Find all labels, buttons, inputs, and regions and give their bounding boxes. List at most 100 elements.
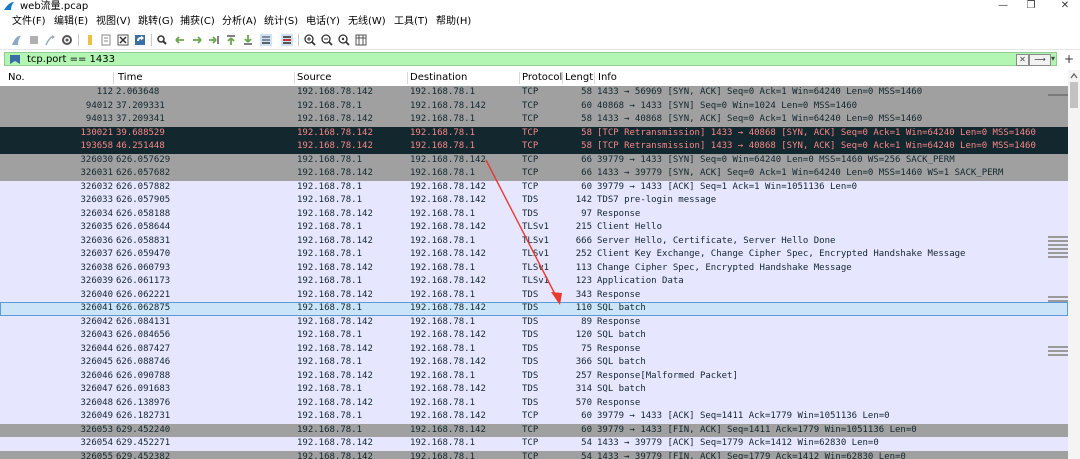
display-filter-input[interactable]: tcp.port == 1433 ✕ ⟶ ▾ — [4, 52, 1057, 66]
packet-info: 39779 → 1433 [SYN] Seq=0 Win=64240 Len=0… — [597, 154, 955, 165]
packet-row[interactable]: 326054 629.452271 192.168.78.142 192.168.78… — [0, 437, 1068, 451]
packet-row[interactable]: 326046 626.090788 192.168.78.142 192.168.78… — [0, 369, 1068, 383]
menu-telephony[interactable]: 电话(Y) — [306, 14, 340, 30]
column-source[interactable]: Source — [297, 70, 331, 86]
packet-protocol: TDS — [522, 370, 539, 381]
packet-number: 326034 — [80, 208, 113, 219]
scrollbar-thumb[interactable] — [1070, 82, 1078, 108]
close-button[interactable]: ✕ — [1050, 0, 1080, 13]
zoom-out-icon[interactable] — [321, 34, 333, 46]
packet-time: 629.452271 — [116, 438, 171, 448]
minimap-stripe — [1048, 350, 1068, 352]
menu-analyze[interactable]: 分析(A) — [222, 14, 257, 30]
column-divider[interactable] — [113, 72, 114, 84]
save-file-icon[interactable] — [100, 34, 112, 46]
column-divider[interactable] — [519, 72, 520, 84]
packet-row[interactable]: 326038 626.060793 192.168.78.142 192.168.78… — [0, 261, 1068, 275]
menu-help[interactable]: 帮助(H) — [436, 14, 471, 30]
packet-source: 192.168.78.1 — [297, 276, 363, 286]
find-packet-icon[interactable] — [156, 34, 168, 46]
stop-capture-icon[interactable] — [28, 34, 40, 46]
packet-source: 192.168.78.142 — [297, 262, 373, 273]
go-last-packet-icon[interactable] — [242, 34, 254, 46]
scroll-up-icon[interactable] — [1068, 70, 1080, 82]
packet-row[interactable]: 326043 626.084656 192.168.78.1 192.168.78.1… — [0, 329, 1068, 343]
packet-row[interactable]: 193658 46.251448 192.168.78.142 192.168.78.… — [0, 140, 1068, 154]
capture-options-icon[interactable] — [61, 34, 73, 46]
packet-number: 326046 — [80, 370, 113, 381]
clear-filter-icon[interactable]: ✕ — [1016, 54, 1029, 66]
filter-dropdown-icon[interactable]: ▾ — [1050, 54, 1056, 64]
packet-row[interactable]: 326032 626.057882 192.168.78.1 192.168.78.1… — [0, 180, 1068, 194]
add-filter-button[interactable]: + — [1064, 52, 1074, 66]
zoom-in-icon[interactable] — [304, 34, 316, 46]
packet-row[interactable]: 326045 626.088746 192.168.78.1 192.168.78.1… — [0, 356, 1068, 370]
packet-row[interactable]: 326033 626.057905 192.168.78.1 192.168.78.1… — [0, 194, 1068, 208]
minimize-button[interactable]: — — [988, 0, 1018, 13]
go-to-packet-icon[interactable] — [208, 34, 220, 46]
go-forward-icon[interactable] — [191, 34, 203, 46]
packet-row[interactable]: 326036 626.058831 192.168.78.142 192.168.78… — [0, 234, 1068, 248]
column-divider[interactable] — [294, 72, 295, 84]
column-time[interactable]: Time — [118, 70, 142, 86]
menu-go[interactable]: 跳转(G) — [138, 14, 174, 30]
menu-wireless[interactable]: 无线(W) — [348, 14, 386, 30]
open-file-icon[interactable] — [84, 34, 96, 46]
packet-row[interactable]: 326055 629.452382 192.168.78.142 192.168.78… — [0, 450, 1068, 459]
column-info[interactable]: Info — [598, 70, 617, 86]
restore-button[interactable]: ❐ — [1016, 0, 1046, 13]
packet-row[interactable]: 326049 626.182731 192.168.78.1 192.168.78.1… — [0, 410, 1068, 424]
minimap-stripe — [1048, 296, 1068, 298]
packet-row[interactable]: 326041 626.062875 192.168.78.1 192.168.78.1… — [0, 302, 1068, 316]
packet-source: 192.168.78.142 — [297, 141, 373, 151]
packet-time: 626.058188 — [116, 208, 171, 219]
packet-row[interactable]: 326034 626.058188 192.168.78.142 192.168.78… — [0, 207, 1068, 221]
zoom-normal-icon[interactable] — [338, 34, 350, 46]
packet-row[interactable]: 112 2.063648 192.168.78.142 192.168.78.1 TCP… — [0, 86, 1068, 100]
apply-filter-icon[interactable]: ⟶ — [1029, 54, 1051, 66]
colorize-icon[interactable] — [281, 34, 293, 46]
packet-row[interactable]: 326044 626.087427 192.168.78.142 192.168.78… — [0, 342, 1068, 356]
resize-columns-icon[interactable] — [355, 34, 367, 46]
menu-tools[interactable]: 工具(T) — [394, 14, 428, 30]
menu-statistics[interactable]: 统计(S) — [264, 14, 298, 30]
packet-row[interactable]: 326042 626.084131 192.168.78.142 192.168.78… — [0, 315, 1068, 329]
close-file-icon[interactable] — [117, 34, 129, 46]
bookmark-icon[interactable] — [9, 55, 21, 64]
packet-info: 1433 → 40868 [SYN, ACK] Seq=0 Ack=1 Win=… — [597, 114, 923, 124]
autoscroll-icon[interactable] — [260, 34, 272, 46]
packet-length: 113 — [575, 262, 592, 273]
column-divider[interactable] — [562, 72, 563, 84]
menu-edit[interactable]: 编辑(E) — [54, 14, 88, 30]
column-destination[interactable]: Destination — [410, 70, 467, 86]
packet-row[interactable]: 130021 39.688529 192.168.78.142 192.168.78.… — [0, 126, 1068, 140]
packet-row[interactable]: 326037 626.059470 192.168.78.1 192.168.78.1… — [0, 248, 1068, 262]
menu-capture[interactable]: 捕获(C) — [180, 14, 215, 30]
menu-view[interactable]: 视图(V) — [96, 14, 131, 30]
packet-row[interactable]: 326030 626.057629 192.168.78.1 192.168.78.1… — [0, 153, 1068, 167]
column-divider[interactable] — [594, 72, 595, 84]
reload-file-icon[interactable] — [134, 34, 146, 46]
go-first-packet-icon[interactable] — [225, 34, 237, 46]
start-capture-icon[interactable] — [10, 34, 22, 46]
restart-capture-icon[interactable] — [44, 34, 56, 46]
packet-row[interactable]: 94013 37.209341 192.168.78.142 192.168.78.1… — [0, 113, 1068, 127]
packet-row[interactable]: 326031 626.057682 192.168.78.142 192.168.78… — [0, 167, 1068, 181]
column-protocol[interactable]: Protocol — [522, 70, 562, 86]
packet-row[interactable]: 326040 626.062221 192.168.78.142 192.168.78… — [0, 288, 1068, 302]
packet-row[interactable]: 326047 626.091683 192.168.78.1 192.168.78.1… — [0, 383, 1068, 397]
packet-row[interactable]: 326048 626.138976 192.168.78.142 192.168.78… — [0, 396, 1068, 410]
packet-row[interactable]: 94012 37.209331 192.168.78.1 192.168.78.142… — [0, 99, 1068, 113]
packet-list-scrollbar[interactable] — [1068, 70, 1080, 459]
packet-info: SQL batch — [597, 357, 646, 367]
packet-row[interactable]: 326039 626.061173 192.168.78.1 192.168.78.1… — [0, 275, 1068, 289]
column-divider[interactable] — [407, 72, 408, 84]
go-back-icon[interactable] — [174, 34, 186, 46]
menu-file[interactable]: 文件(F) — [12, 14, 46, 30]
column-length[interactable]: Lengtl — [565, 70, 596, 86]
packet-minimap[interactable] — [1048, 86, 1068, 459]
column-no[interactable]: No. — [8, 70, 25, 86]
packet-row[interactable]: 326053 629.452240 192.168.78.1 192.168.78.1… — [0, 423, 1068, 437]
packet-number: 326044 — [80, 343, 113, 354]
packet-row[interactable]: 326035 626.058644 192.168.78.1 192.168.78.1… — [0, 221, 1068, 235]
